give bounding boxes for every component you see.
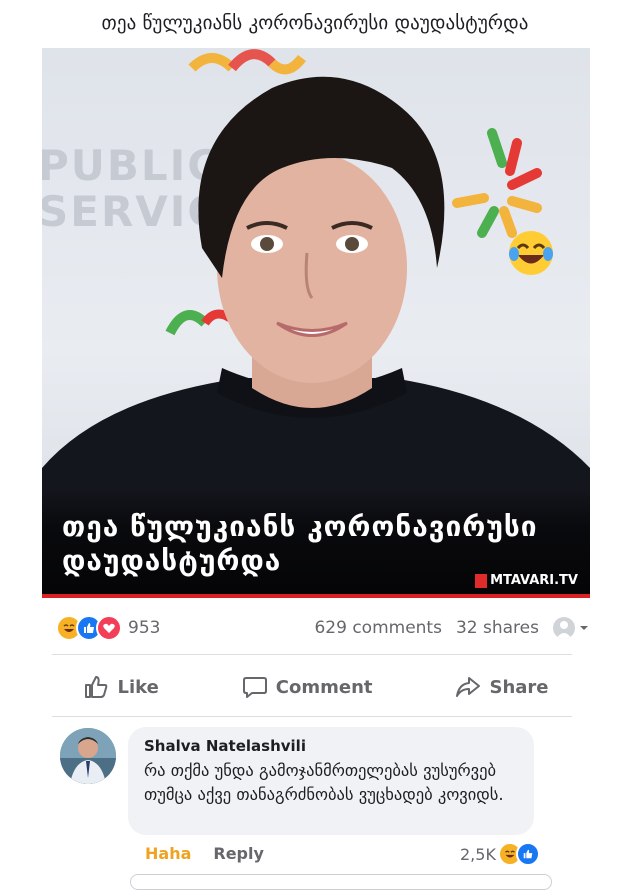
mtavari-logo-icon [475, 573, 488, 588]
like-icon [515, 842, 540, 866]
post-actions: Like Comment Share [42, 665, 590, 709]
comment-input[interactable] [130, 874, 552, 890]
haha-reaction-link[interactable]: Haha [145, 844, 191, 863]
comment-button[interactable]: Comment [242, 674, 373, 700]
watermark: MTAVARI.TV [475, 573, 578, 588]
comment-actions: Haha Reply [145, 844, 264, 863]
reply-link[interactable]: Reply [213, 844, 264, 863]
commenter-avatar[interactable] [60, 728, 116, 784]
share-arrow-icon [456, 677, 481, 697]
viewer-avatar-icon [553, 617, 575, 639]
post-photo[interactable]: PUBLIC SERVICE თეა წულუკიანს კორონავირუს… [42, 48, 590, 598]
commenter-name[interactable]: Shalva Natelashvili [144, 737, 306, 755]
comment-text: რა თქმა უნდა გამოჯანმრთელებას ვუსურვებ თ… [144, 761, 504, 804]
image-caption: თეა წულუკიანს კორონავირუსი დაუდასტურდა [62, 510, 538, 577]
reactions-count[interactable]: 953 [128, 618, 160, 638]
post-text: თეა წულუკიანს კორონავირუსი დაუდასტურდა [101, 11, 529, 34]
post-stats: 953 629 comments 32 shares [42, 610, 590, 646]
chevron-down-icon [580, 626, 588, 630]
thumbs-up-icon [85, 676, 108, 698]
divider [52, 654, 572, 655]
share-button[interactable]: Share [455, 674, 549, 700]
photo-bottom-bar [42, 594, 590, 598]
like-button[interactable]: Like [83, 674, 159, 700]
comment-reactions[interactable]: 2,5K [460, 842, 540, 866]
shares-count[interactable]: 32 shares [456, 618, 539, 638]
comment-reaction-count: 2,5K [460, 844, 496, 864]
comments-count[interactable]: 629 comments [314, 618, 441, 638]
laughing-emoji-icon [509, 231, 553, 275]
comment-bubble-icon [242, 677, 267, 698]
avatar-photo [60, 728, 116, 784]
love-icon [96, 615, 122, 641]
audience-selector[interactable] [553, 617, 590, 639]
divider [52, 716, 572, 717]
reaction-icons[interactable] [56, 615, 122, 641]
comment-bubble: Shalva Natelashvili რა თქმა უნდა გამოჯან… [128, 727, 534, 835]
